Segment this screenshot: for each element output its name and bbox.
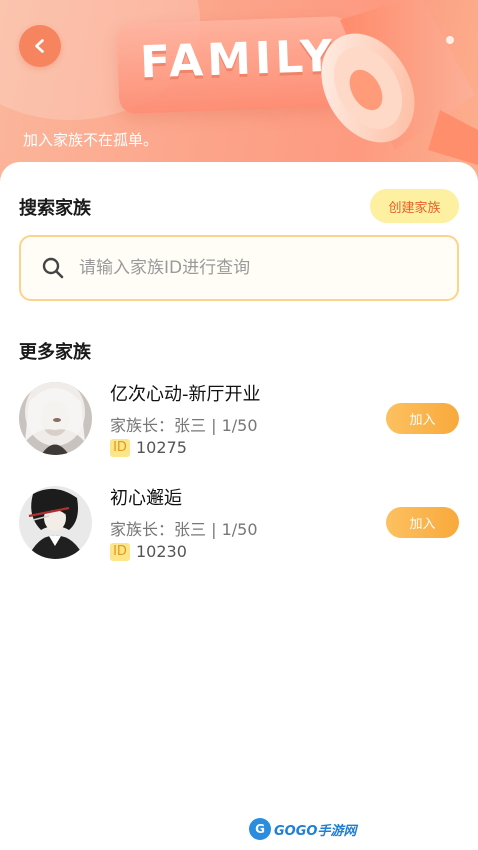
family-id-row: ID 10230	[110, 542, 187, 561]
create-family-button[interactable]: 创建家族	[370, 189, 459, 223]
join-button[interactable]: 加入	[386, 507, 459, 538]
avatar	[19, 486, 92, 559]
watermark: G GOGO手游网	[249, 818, 356, 840]
id-badge-icon: ID	[110, 542, 130, 561]
back-button[interactable]	[19, 25, 61, 67]
family-id: 10275	[136, 438, 187, 457]
back-arrow-icon	[35, 39, 44, 53]
family-id-row: ID 10275	[110, 438, 187, 457]
megaphone-icon	[321, 0, 478, 165]
watermark-logo-icon: G	[249, 818, 271, 840]
watermark-text: GOGO手游网	[274, 823, 357, 839]
family-list-item[interactable]: 初心邂逅 家族长：张三 | 1/50 ID 10230 加入	[0, 486, 478, 576]
search-icon	[42, 257, 64, 279]
search-box[interactable]	[19, 235, 459, 301]
family-list-item[interactable]: 亿次心动-新厅开业 家族长：张三 | 1/50 ID 10275 加入	[0, 382, 478, 472]
avatar	[19, 382, 92, 455]
hero-caption: 加入家族不在孤单。	[23, 131, 159, 149]
search-input[interactable]	[79, 258, 439, 278]
join-button[interactable]: 加入	[386, 403, 459, 434]
family-meta: 家族长：张三 | 1/50	[110, 520, 258, 539]
search-section-title: 搜索家族	[19, 198, 91, 219]
family-id: 10230	[136, 542, 187, 561]
family-name: 初心邂逅	[110, 488, 182, 509]
family-meta: 家族长：张三 | 1/50	[110, 416, 258, 435]
more-section-title: 更多家族	[19, 342, 91, 363]
id-badge-icon: ID	[110, 438, 130, 457]
family-name: 亿次心动-新厅开业	[110, 384, 261, 405]
